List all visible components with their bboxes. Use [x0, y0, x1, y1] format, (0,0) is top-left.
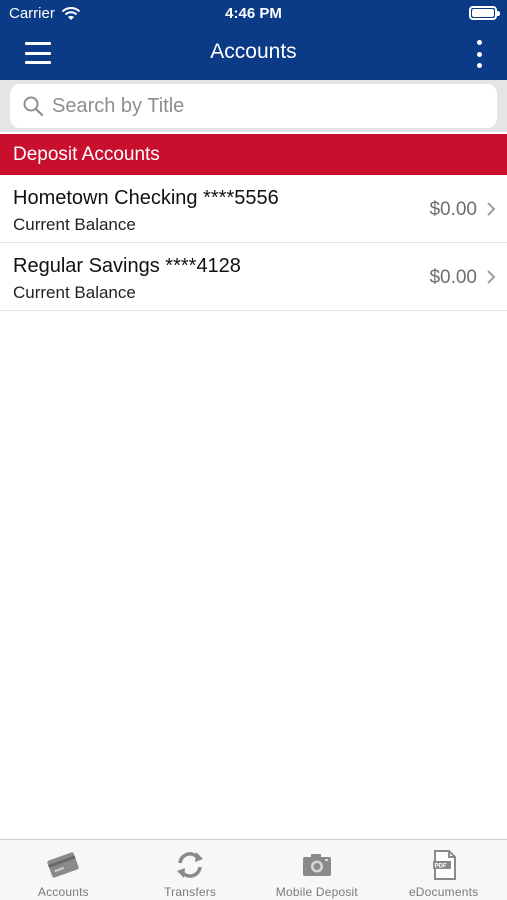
- account-balance: $0.00: [429, 199, 477, 220]
- section-header-deposit-accounts: Deposit Accounts: [0, 134, 507, 175]
- status-bar: Carrier 4:46 PM: [0, 0, 507, 28]
- camera-icon: [302, 854, 331, 876]
- tab-transfers[interactable]: Transfers: [127, 840, 254, 900]
- chevron-right-icon: [487, 270, 496, 284]
- search-input[interactable]: [52, 94, 472, 118]
- account-row[interactable]: Hometown Checking ****5556 Current Balan…: [0, 175, 507, 243]
- tab-label: Accounts: [37, 885, 89, 899]
- svg-text:PDF: PDF: [434, 864, 446, 870]
- account-balance-label: Current Balance: [13, 283, 136, 302]
- search-bar: [0, 80, 507, 132]
- tab-label: eDocuments: [408, 885, 479, 899]
- account-balance-label: Current Balance: [13, 215, 136, 234]
- page-title: Accounts: [210, 40, 297, 63]
- app-header: Carrier 4:46 PM Accounts: [0, 0, 507, 80]
- tab-accounts[interactable]: Accounts: [0, 840, 127, 900]
- tab-edocuments[interactable]: PDF eDocuments: [380, 840, 507, 900]
- status-time: 4:46 PM: [225, 5, 282, 22]
- nav-bar: Accounts: [0, 28, 507, 80]
- tab-bar: Accounts Transfers Mobile Deposit PDF eD…: [0, 839, 507, 900]
- more-options-button[interactable]: [471, 40, 487, 68]
- search-icon: [23, 96, 44, 117]
- more-vertical-icon: [476, 40, 482, 45]
- tab-label: Mobile Deposit: [275, 885, 358, 899]
- tab-mobile-deposit[interactable]: Mobile Deposit: [254, 840, 381, 900]
- account-name: Regular Savings ****4128: [13, 255, 241, 277]
- account-name: Hometown Checking ****5556: [13, 187, 279, 209]
- battery-icon: [469, 6, 500, 20]
- card-icon: [47, 852, 80, 878]
- account-row[interactable]: Regular Savings ****4128 Current Balance…: [0, 243, 507, 311]
- tab-label: Transfers: [164, 885, 217, 899]
- account-balance: $0.00: [429, 267, 477, 288]
- chevron-right-icon: [487, 202, 496, 216]
- transfer-icon: [177, 852, 204, 878]
- search-field[interactable]: [10, 84, 497, 128]
- section-title: Deposit Accounts: [13, 143, 160, 165]
- pdf-icon: PDF: [432, 850, 456, 880]
